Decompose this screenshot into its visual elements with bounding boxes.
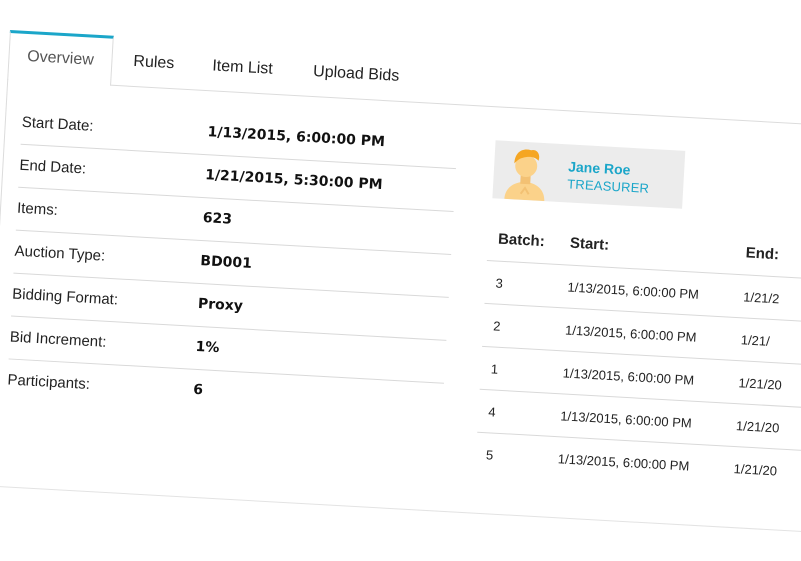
detail-value: 623: [202, 210, 233, 228]
detail-value: 6: [192, 381, 204, 399]
detail-label: Auction Type:: [14, 242, 106, 265]
detail-label: End Date:: [18, 156, 87, 178]
batch-start: 1/13/2015, 6:00:00 PM: [559, 408, 693, 431]
start-column-header: Start:: [569, 234, 610, 254]
batch-start: 1/13/2015, 6:00:00 PM: [557, 451, 690, 474]
detail-label: Participants:: [6, 371, 91, 393]
tab-upload-bids[interactable]: Upload Bids: [312, 47, 401, 102]
profile-role: TREASURER: [566, 176, 650, 196]
auction-details: Start Date: 1/13/2015, 6:00:00 PM End Da…: [6, 101, 459, 426]
tab-rules[interactable]: Rules: [132, 37, 176, 89]
batch-end: 1/21/20: [735, 418, 780, 436]
user-profile-card[interactable]: Jane Roe TREASURER: [492, 140, 686, 209]
batch-number: 2: [492, 318, 501, 334]
batch-table: Batch: Start: End: 3 1/13/2015, 6:00:00 …: [475, 216, 801, 497]
batch-column-header: Batch:: [497, 230, 546, 251]
batch-number: 4: [488, 404, 497, 420]
auction-overview-card: Overview Rules Item List Upload Bids Sta…: [0, 30, 801, 548]
profile-name[interactable]: Jane Roe: [568, 158, 631, 177]
batch-number: 5: [485, 447, 494, 463]
batch-start: 1/13/2015, 6:00:00 PM: [564, 322, 697, 345]
batch-number: 1: [490, 361, 499, 377]
detail-label: Bid Increment:: [9, 328, 107, 351]
detail-value: 1/21/2015, 5:30:00 PM: [204, 167, 383, 194]
batch-start: 1/13/2015, 6:00:00 PM: [562, 365, 695, 388]
tab-item-list[interactable]: Item List: [211, 41, 274, 94]
batch-number: 3: [495, 275, 504, 291]
batch-start: 1/13/2015, 6:00:00 PM: [567, 279, 700, 302]
tab-overview[interactable]: Overview: [7, 30, 114, 86]
detail-value: 1/13/2015, 6:00:00 PM: [207, 124, 386, 151]
detail-value: BD001: [199, 253, 253, 272]
detail-label: Items:: [16, 199, 59, 219]
avatar-icon: [504, 149, 545, 202]
batch-end: 1/21/2: [742, 289, 780, 307]
end-column-header: End:: [745, 244, 780, 264]
batch-end: 1/21/20: [738, 375, 783, 393]
detail-label: Bidding Format:: [11, 285, 119, 309]
overview-panel: Start Date: 1/13/2015, 6:00:00 PM End Da…: [0, 78, 801, 536]
detail-value: 1%: [195, 338, 220, 357]
detail-value: Proxy: [197, 295, 244, 315]
batch-end: 1/21/: [740, 332, 771, 349]
batch-end: 1/21/20: [733, 461, 778, 479]
detail-label: Start Date:: [21, 113, 94, 135]
